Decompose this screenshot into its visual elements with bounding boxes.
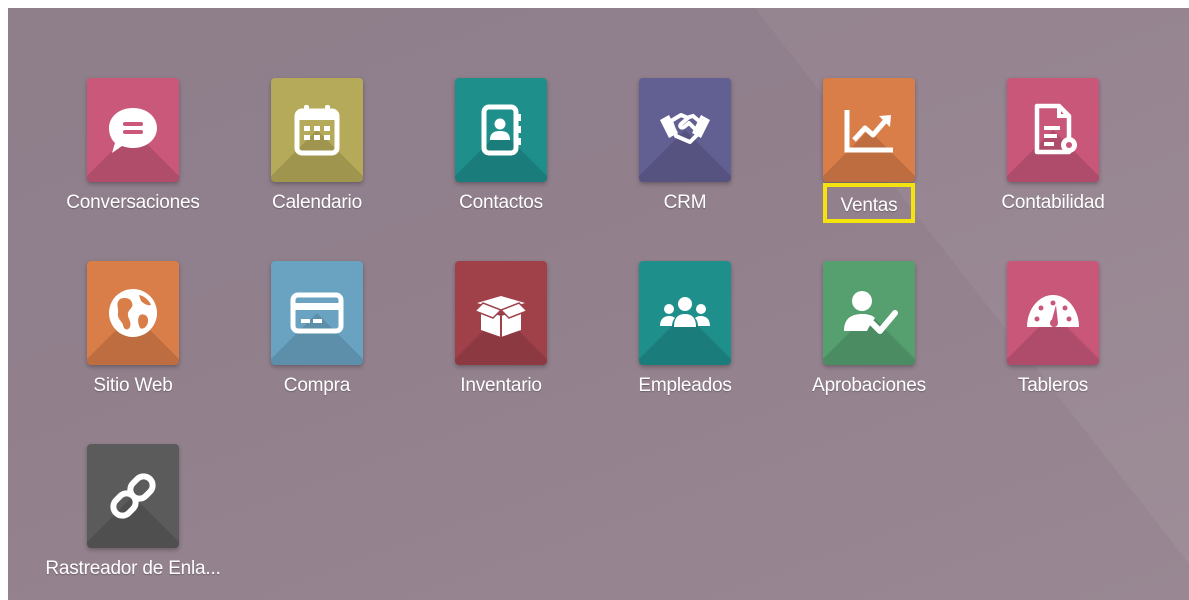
app-tile[interactable] <box>271 78 363 182</box>
app-rastreador-de-enlaces[interactable]: Rastreador de Enla... <box>41 444 225 600</box>
open-box-icon <box>473 296 529 337</box>
globe-icon <box>109 289 157 337</box>
app-label: Compra <box>283 375 351 396</box>
link-icon <box>110 473 156 519</box>
app-tile[interactable] <box>1007 261 1099 365</box>
credit-card-icon <box>290 292 344 334</box>
app-tile[interactable] <box>455 261 547 365</box>
app-inventario[interactable]: Inventario <box>409 261 593 421</box>
gauge-icon <box>1027 295 1079 327</box>
app-label: Calendario <box>272 192 362 213</box>
app-tile[interactable] <box>823 78 915 182</box>
app-crm[interactable]: CRM <box>593 78 777 238</box>
chat-bubble-icon <box>109 108 157 153</box>
user-check-icon <box>844 291 898 334</box>
app-contactos[interactable]: Contactos <box>409 78 593 238</box>
app-tile[interactable] <box>87 444 179 548</box>
app-label-highlighted: Ventas <box>823 183 915 223</box>
app-ventas[interactable]: Ventas <box>777 78 961 238</box>
app-label: Empleados <box>638 375 732 396</box>
app-compra[interactable]: Compra <box>225 261 409 421</box>
home-menu: Conversaciones Calendario Contactos CRM … <box>8 8 1189 600</box>
app-label: CRM <box>663 192 707 213</box>
line-chart-icon <box>844 110 893 153</box>
app-label: Rastreador de Enla... <box>45 558 221 579</box>
app-sitio-web[interactable]: Sitio Web <box>41 261 225 421</box>
app-calendario[interactable]: Calendario <box>225 78 409 238</box>
app-tile[interactable] <box>87 78 179 182</box>
app-label: Tableros <box>1017 375 1089 396</box>
app-tile[interactable] <box>1007 78 1099 182</box>
app-label: Sitio Web <box>93 375 173 396</box>
app-label: Conversaciones <box>66 192 200 213</box>
handshake-icon <box>660 113 710 144</box>
app-label: Contactos <box>459 192 543 213</box>
invoice-gear-icon <box>1034 103 1077 155</box>
app-empleados[interactable]: Empleados <box>593 261 777 421</box>
app-contabilidad[interactable]: Contabilidad <box>961 78 1145 238</box>
app-tile[interactable] <box>455 78 547 182</box>
app-tile[interactable] <box>639 261 731 365</box>
app-conversaciones[interactable]: Conversaciones <box>41 78 225 238</box>
app-label: Inventario <box>460 375 542 396</box>
app-grid: Conversaciones Calendario Contactos CRM … <box>8 8 1189 600</box>
app-tile[interactable] <box>639 78 731 182</box>
address-book-icon <box>481 104 521 156</box>
app-aprobaciones[interactable]: Aprobaciones <box>777 261 961 421</box>
calendar-icon <box>294 105 340 156</box>
app-label: Aprobaciones <box>812 375 926 396</box>
people-group-icon <box>660 297 710 327</box>
app-tableros[interactable]: Tableros <box>961 261 1145 421</box>
app-label: Contabilidad <box>1001 192 1105 213</box>
app-tile[interactable] <box>87 261 179 365</box>
app-tile[interactable] <box>271 261 363 365</box>
app-tile[interactable] <box>823 261 915 365</box>
